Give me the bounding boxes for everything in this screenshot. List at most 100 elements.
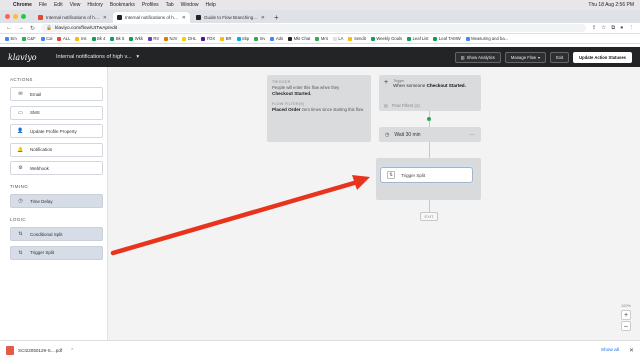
bookmark-item[interactable]: Bk 4 xyxy=(91,36,106,41)
bookmark-item[interactable]: Sendit xyxy=(348,36,366,41)
pdf-file-icon xyxy=(6,346,14,355)
sidebar-item-notification[interactable]: 🔔 Notification xyxy=(10,142,103,157)
bookmark-item[interactable]: Leaf List xyxy=(407,36,428,41)
bookmark-item[interactable]: ALL xyxy=(57,36,70,41)
more-icon[interactable]: ⋮ xyxy=(629,25,635,32)
close-icon[interactable]: ✕ xyxy=(629,347,634,354)
klaviyo-logo[interactable]: klaviyo xyxy=(8,53,56,62)
reload-icon[interactable]: ↻ xyxy=(30,25,35,32)
klaviyo-icon xyxy=(196,15,201,20)
zoom-out-button[interactable]: – xyxy=(621,321,631,331)
bookmark-item[interactable]: LA xyxy=(332,36,343,41)
bookmark-label: ALL xyxy=(62,36,71,41)
show-all-downloads-link[interactable]: Show all xyxy=(601,348,619,353)
close-tab-icon[interactable]: ✕ xyxy=(103,15,107,21)
bookmark-item[interactable]: BR xyxy=(220,36,232,41)
flow-canvas[interactable]: TRIGGER People will enter this flow when… xyxy=(108,67,640,340)
back-icon[interactable]: ← xyxy=(6,25,12,31)
menu-item-help[interactable]: Help xyxy=(205,2,215,8)
bookmark-item[interactable]: Em xyxy=(5,36,17,41)
sidebar-item-conditional-split[interactable]: ⇅ Conditional Split xyxy=(10,227,103,241)
bookmark-item[interactable]: Leaf TAMW xyxy=(433,36,461,41)
new-tab-icon[interactable]: + xyxy=(274,13,279,23)
bookmark-item[interactable]: Mnt xyxy=(315,36,328,41)
menu-item-history[interactable]: History xyxy=(87,2,103,8)
manage-flow-button[interactable]: Manage Flow ▾ xyxy=(504,51,547,63)
more-options-icon[interactable]: ··· xyxy=(469,132,475,138)
menu-item-tab[interactable]: Tab xyxy=(166,2,174,8)
bookmark-label: Ins xyxy=(80,36,87,41)
bookmark-label: Skp xyxy=(242,36,250,41)
menu-item-window[interactable]: Window xyxy=(181,2,199,8)
sidebar-item-webhook[interactable]: ⚙ Webhook xyxy=(10,161,103,175)
browser-tab[interactable]: Internal notifications of high v... ✕ xyxy=(34,12,111,23)
bookmark-item[interactable]: Inv xyxy=(254,36,265,41)
sidebar-item-update-profile-property[interactable]: 👤 Update Profile Property xyxy=(10,124,103,138)
bookmark-label: Bk 4 xyxy=(97,36,106,41)
download-item[interactable]: SCI22050129-S....pdf ⌃ xyxy=(6,346,74,355)
profile-icon[interactable]: ● xyxy=(620,25,623,32)
bookmark-label: Mnt xyxy=(320,36,328,41)
bookmark-item[interactable]: Skp xyxy=(236,36,250,41)
bookmark-item[interactable]: Bk 5 xyxy=(110,36,124,41)
bookmark-favicon-icon xyxy=(254,36,259,41)
zoom-window-icon[interactable] xyxy=(21,14,26,19)
share-icon[interactable]: ⇪ xyxy=(592,25,597,32)
sidebar-item-sms[interactable]: ▭ SMS xyxy=(10,105,103,120)
bookmark-item[interactable]: Cal xyxy=(40,36,52,41)
bookmark-item[interactable]: C&F xyxy=(21,36,36,41)
zoom-controls: 100% + – xyxy=(619,304,633,332)
update-action-statuses-button[interactable]: Update Action Statuses xyxy=(573,51,632,63)
bookmark-item[interactable]: DHL xyxy=(182,36,196,41)
trigger-split-node[interactable]: ⇅ Trigger Split xyxy=(380,167,473,183)
bookmark-favicon-icon xyxy=(147,36,152,41)
bookmark-item[interactable]: FDX xyxy=(201,36,215,41)
menu-app-name[interactable]: Chrome xyxy=(13,2,32,8)
sidebar-item-trigger-split[interactable]: ⇅ Trigger Split xyxy=(10,245,103,260)
menu-item-bookmarks[interactable]: Bookmarks xyxy=(110,2,135,8)
trigger-node[interactable]: + Trigger When someone Checkout Started.… xyxy=(379,75,481,111)
bookmark-item[interactable]: Rtr xyxy=(147,36,159,41)
bookmark-item[interactable]: Wkk xyxy=(129,36,143,41)
bookmark-item[interactable]: Weekly Goals xyxy=(370,36,402,41)
flow-title[interactable]: Internal notifications of high v... ▾ xyxy=(56,54,139,60)
chevron-up-icon[interactable]: ⌃ xyxy=(70,348,74,354)
exit-node: EXIT xyxy=(420,212,438,221)
extensions-icon[interactable]: ⧉ xyxy=(611,25,615,32)
url-input[interactable]: 🔒 klaviyo.com/flow/UtTwAp/edit xyxy=(41,24,586,32)
bookmark-item[interactable]: NJV xyxy=(164,36,177,41)
menu-item-file[interactable]: File xyxy=(39,2,47,8)
trigger-node-event: Checkout Started. xyxy=(426,83,466,88)
browser-tab[interactable]: Guide to Flow Branching – Kla... ✕ xyxy=(192,12,269,23)
clock[interactable]: Thu 18 Aug 2:56 PM xyxy=(588,2,634,8)
bookmark-label: Em xyxy=(10,36,17,41)
bookmark-label: Leaf TAMW xyxy=(438,36,461,41)
minimize-window-icon[interactable] xyxy=(13,14,18,19)
show-analytics-button[interactable]: ▥ Show Analytics xyxy=(454,51,501,63)
sidebar-item-email[interactable]: ✉ Email xyxy=(10,87,103,101)
browser-tab-active[interactable]: Internal notifications of high v... ✕ xyxy=(113,12,190,23)
close-tab-icon[interactable]: ✕ xyxy=(261,15,265,21)
forward-icon[interactable]: → xyxy=(18,25,24,31)
bookmark-item[interactable]: Mkt Chat xyxy=(288,36,310,41)
flow-filters-link[interactable]: ▤ Flow Filters (1) xyxy=(384,103,420,108)
menu-item-profiles[interactable]: Profiles xyxy=(142,2,159,8)
bookmark-item[interactable]: Ins xyxy=(75,36,87,41)
exit-button[interactable]: Exit xyxy=(550,51,570,63)
sidebar-item-time-delay[interactable]: ◷ Time Delay xyxy=(10,194,103,208)
zoom-in-button[interactable]: + xyxy=(621,310,631,320)
close-window-icon[interactable] xyxy=(5,14,10,19)
menu-item-edit[interactable]: Edit xyxy=(54,2,63,8)
sidebar-item-label: Conditional Split xyxy=(30,231,63,237)
bookmark-item[interactable]: Measuring and ba... xyxy=(465,36,508,41)
actions-sidebar: ACTIONS ✉ Email ▭ SMS 👤 Update Profile P… xyxy=(0,67,108,340)
bookmark-item[interactable]: Ads xyxy=(270,36,283,41)
bookmark-favicon-icon xyxy=(57,36,62,41)
menu-item-view[interactable]: View xyxy=(70,2,81,8)
star-icon[interactable]: ☆ xyxy=(601,25,606,32)
tab-label: Internal notifications of high v... xyxy=(125,15,179,20)
time-delay-node[interactable]: ◷ Wait 30 min ··· xyxy=(379,127,481,142)
close-tab-icon[interactable]: ✕ xyxy=(182,15,186,21)
tab-strip: Internal notifications of high v... ✕ In… xyxy=(0,10,640,23)
macos-menubar: Chrome File Edit View History Bookmarks … xyxy=(0,0,640,10)
